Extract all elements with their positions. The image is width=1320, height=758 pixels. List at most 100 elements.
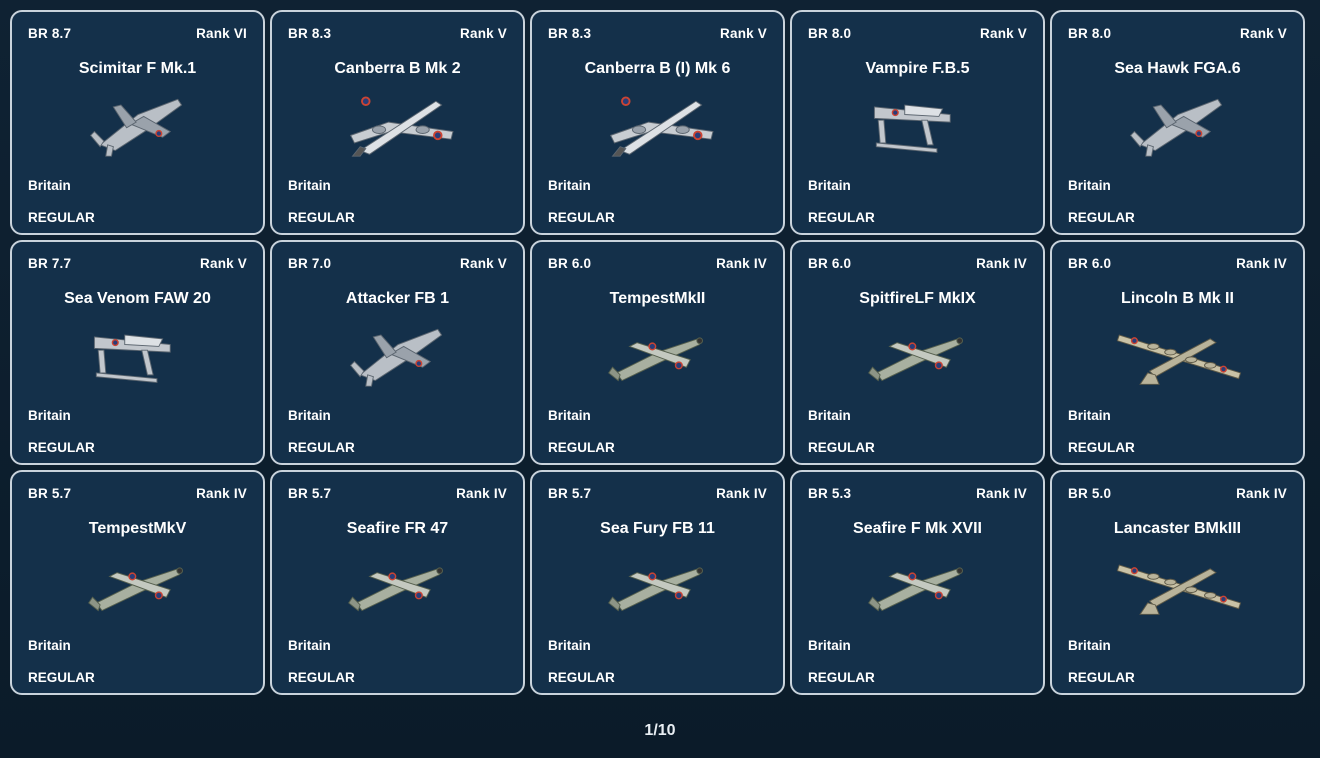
prop-fighter-icon [607,567,703,612]
vehicle-type-label: REGULAR [288,670,355,685]
nation-label: Britain [808,408,851,423]
rank-label: Rank IV [196,486,247,501]
vehicle-card[interactable]: BR 5.7 Rank IV Sea Fury FB 11 Britain REGULA… [530,470,785,695]
vehicle-grid: BR 8.7 Rank VI Scimitar F Mk.1 Britain REGUL… [10,10,1305,695]
twin-boom-jet-icon [873,104,951,153]
vehicle-name: Canberra B Mk 2 [334,60,461,77]
battle-rating-label: BR 5.3 [808,486,852,501]
battle-rating-label: BR 8.3 [548,26,592,41]
rank-label: Rank V [980,26,1027,41]
vehicle-card[interactable]: BR 6.0 Rank IV SpitfireLF MkIX Britain REGUL… [790,240,1045,465]
battle-rating-label: BR 6.0 [548,256,592,271]
battle-rating-label: BR 8.0 [1068,26,1112,41]
twin-boom-jet-icon [93,334,171,383]
nation-label: Britain [28,408,71,423]
battle-rating-label: BR 8.3 [288,26,332,41]
vehicle-type-label: REGULAR [548,210,615,225]
vehicle-card[interactable]: BR 8.0 Rank V Vampire F.B.5 Britain REGULAR [790,10,1045,235]
jet-bomber-icon [349,96,454,157]
vehicle-type-label: REGULAR [808,210,875,225]
nation-label: Britain [288,408,331,423]
vehicle-card[interactable]: BR 7.7 Rank V Sea Venom FAW 20 Britain REGUL… [10,240,265,465]
nation-label: Britain [808,638,851,653]
vehicle-name: Sea Hawk FGA.6 [1114,60,1241,77]
vehicle-card[interactable]: BR 8.7 Rank VI Scimitar F Mk.1 Britain REGUL… [10,10,265,235]
vehicle-card[interactable]: BR 6.0 Rank IV TempestMkII Britain REGULAR [530,240,785,465]
vehicle-type-label: REGULAR [288,210,355,225]
vehicle-card[interactable]: BR 8.3 Rank V Canberra B (I) Mk 6 Britain RE… [530,10,785,235]
vehicle-card[interactable]: BR 8.0 Rank V Sea Hawk FGA.6 Britain REGULAR [1050,10,1305,235]
vehicle-type-label: REGULAR [548,440,615,455]
rank-label: Rank IV [456,486,507,501]
vehicle-name: TempestMkII [609,290,706,307]
nation-label: Britain [28,638,71,653]
jet-bomber-icon [609,96,714,157]
nation-label: Britain [1068,178,1111,193]
battle-rating-label: BR 5.0 [1068,486,1112,501]
nation-label: Britain [1068,638,1111,653]
vehicle-name: Sea Venom FAW 20 [64,290,211,307]
vehicle-card[interactable]: BR 6.0 Rank IV Lincoln B Mk II Britain REGUL… [1050,240,1305,465]
vehicle-card[interactable]: BR 5.7 Rank IV TempestMkV Britain REGULAR [10,470,265,695]
battle-rating-label: BR 8.0 [808,26,852,41]
nation-label: Britain [548,178,591,193]
jet-fighter-icon [89,98,182,157]
vehicle-card[interactable]: BR 5.0 Rank IV Lancaster BMkIII Britain REGU… [1050,470,1305,695]
nation-label: Britain [808,178,851,193]
nation-label: Britain [1068,408,1111,423]
vehicle-card[interactable]: BR 7.0 Rank V Attacker FB 1 Britain REGULAR [270,240,525,465]
vehicle-type-label: REGULAR [808,670,875,685]
rank-label: Rank IV [1236,486,1287,501]
battle-rating-label: BR 7.7 [28,256,72,271]
rank-label: Rank V [460,256,507,271]
vehicle-name: Attacker FB 1 [345,290,450,307]
battle-rating-label: BR 6.0 [1068,256,1112,271]
vehicle-type-label: REGULAR [28,670,95,685]
pagination-indicator[interactable]: 1/10 [0,722,1320,740]
vehicle-type-label: REGULAR [28,440,95,455]
vehicle-name: Lancaster BMkIII [1113,520,1242,537]
nation-label: Britain [548,638,591,653]
heavy-bomber-icon [1116,334,1241,385]
rank-label: Rank V [1240,26,1287,41]
vehicle-card[interactable]: BR 5.3 Rank IV Seafire F Mk XVII Britain REG… [790,470,1045,695]
prop-fighter-icon [867,337,963,382]
rank-label: Rank IV [716,256,767,271]
vehicle-name: Sea Fury FB 11 [600,520,715,537]
rank-label: Rank IV [1236,256,1287,271]
vehicle-type-label: REGULAR [28,210,95,225]
prop-fighter-icon [347,567,443,612]
vehicle-list-page: BR 8.7 Rank VI Scimitar F Mk.1 Britain REGUL… [0,0,1320,758]
vehicle-name: SpitfireLF MkIX [859,290,976,307]
nation-label: Britain [288,178,331,193]
rank-label: Rank IV [976,256,1027,271]
vehicle-name: TempestMkV [88,520,187,537]
rank-label: Rank V [460,26,507,41]
vehicle-type-label: REGULAR [808,440,875,455]
vehicle-name: Seafire FR 47 [346,520,449,537]
battle-rating-label: BR 5.7 [548,486,592,501]
vehicle-card[interactable]: BR 5.7 Rank IV Seafire FR 47 Britain REGULAR [270,470,525,695]
vehicle-type-label: REGULAR [548,670,615,685]
heavy-bomber-icon [1116,564,1241,615]
prop-fighter-icon [867,567,963,612]
vehicle-type-label: REGULAR [1068,210,1135,225]
jet-fighter-icon [349,328,442,387]
vehicle-type-label: REGULAR [1068,670,1135,685]
vehicle-name: Seafire F Mk XVII [853,520,982,537]
rank-label: Rank IV [716,486,767,501]
battle-rating-label: BR 8.7 [28,26,72,41]
prop-fighter-icon [87,567,183,612]
vehicle-name: Scimitar F Mk.1 [78,60,197,77]
nation-label: Britain [28,178,71,193]
battle-rating-label: BR 5.7 [288,486,332,501]
vehicle-card[interactable]: BR 8.3 Rank V Canberra B Mk 2 Britain REGULA… [270,10,525,235]
vehicle-type-label: REGULAR [288,440,355,455]
rank-label: Rank VI [196,26,247,41]
rank-label: Rank IV [976,486,1027,501]
vehicle-name: Vampire F.B.5 [865,60,970,77]
jet-fighter-icon [1129,98,1222,157]
battle-rating-label: BR 5.7 [28,486,72,501]
vehicle-type-label: REGULAR [1068,440,1135,455]
nation-label: Britain [548,408,591,423]
